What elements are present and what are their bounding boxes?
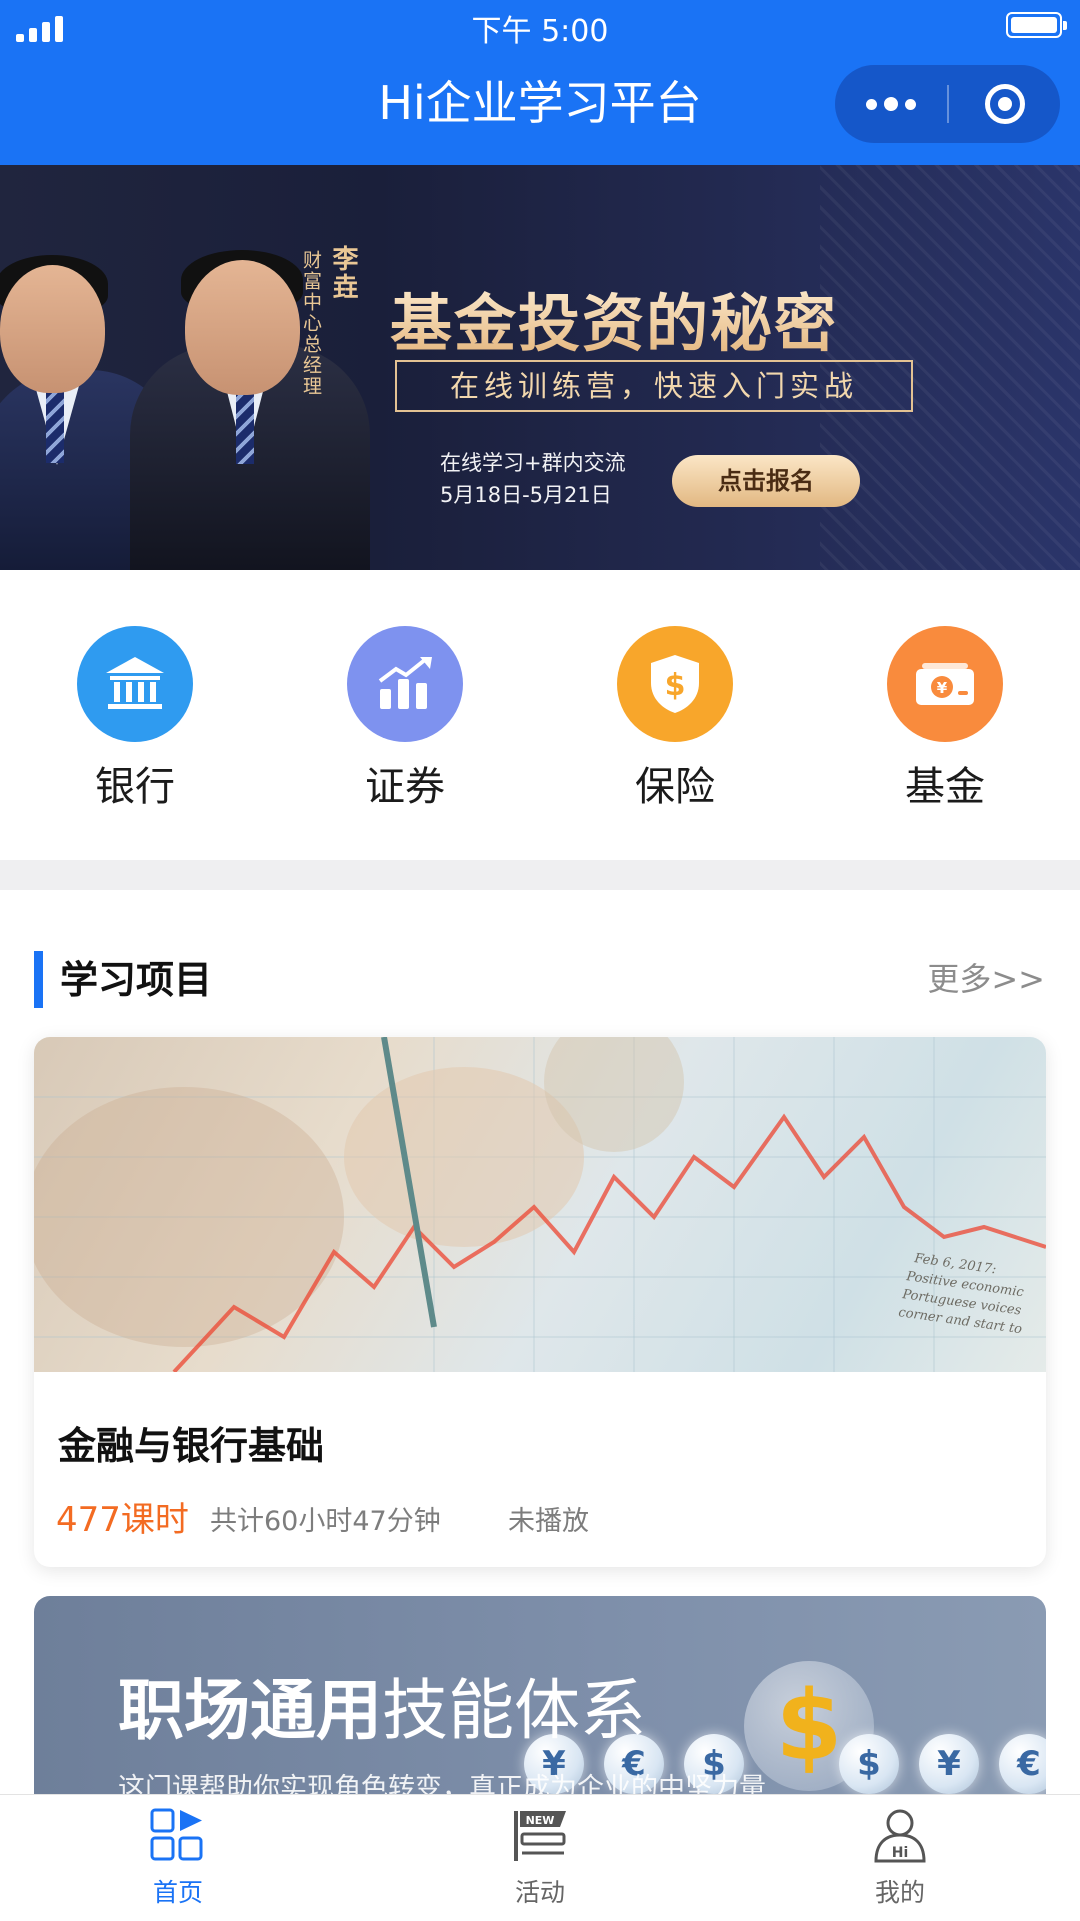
tab-label: 我的 [874,1878,925,1907]
dollar-coin-icon: $ [839,1734,899,1794]
section-accent-bar [34,951,43,1008]
tab-profile[interactable]: Hi 我的 [800,1807,1000,1909]
yen-coin-icon: ¥ [919,1734,979,1794]
category-securities[interactable]: 证券 [320,626,490,810]
course-title: 金融与银行基础 [58,1424,325,1468]
tab-activity[interactable]: NEW 活动 [440,1807,640,1909]
more-link[interactable]: 更多>> [927,957,1045,1002]
course2-description: 这门课帮助你实现角色转变，真正成为企业的中坚力量 [118,1773,766,1796]
category-fund[interactable]: ¥ 基金 [860,626,1030,810]
banner-info-line1: 在线学习+群内交流 [440,451,626,475]
euro-coin-icon: € [999,1734,1046,1794]
tab-label: 活动 [514,1878,565,1907]
category-label: 保险 [635,764,715,810]
app-header: 下午 5:00 Hi企业学习平台 [0,0,1080,165]
register-button[interactable]: 点击报名 [672,455,860,507]
svg-text:$: $ [665,668,686,703]
profile-hi-icon: Hi [874,1809,926,1863]
category-grid: 银行 证券 $ 保险 ¥ 基金 [0,570,1080,860]
banner-info-line2: 5月18日-5月21日 [440,483,612,507]
course-hours: 477课时 [56,1500,189,1540]
battery-icon [1006,12,1067,38]
miniprogram-capsule [835,65,1060,143]
course-card[interactable]: Feb 6, 2017: Positive economic Portugues… [34,1037,1046,1567]
chart-up-icon [347,626,463,742]
lecturer-name: 李垚 [328,245,358,301]
svg-text:¥: ¥ [937,679,948,697]
new-activity-icon: NEW [514,1811,566,1861]
category-bank[interactable]: 银行 [50,626,220,810]
course-play-status: 未播放 [508,1506,589,1537]
banner-title: 基金投资的秘密 [390,273,838,363]
course-card-2[interactable]: $ ¥ € $ $ ¥ € 职场通用技能体系 这门课帮助你实现角色转变，真正成为… [34,1596,1046,1796]
status-time: 下午 5:00 [471,14,609,49]
category-insurance[interactable]: $ 保险 [590,626,760,810]
category-label: 证券 [365,764,445,810]
close-miniprogram-button[interactable] [949,65,1060,143]
course2-title: 职场通用技能体系 [118,1672,646,1749]
banner-info: 在线学习+群内交流 5月18日-5月21日 [440,447,626,511]
more-menu-button[interactable] [835,65,947,143]
home-grid-icon [150,1808,203,1861]
promo-banner[interactable]: 李垚 财富中心总经理 基金投资的秘密 在线训练营，快速入门实战 在线学习+群内交… [0,165,1080,570]
svg-text:Hi: Hi [892,1845,909,1861]
category-label: 基金 [905,764,985,810]
lecturer-title: 财富中心总经理 [300,250,322,397]
bottom-tab-bar: 首页 NEW 活动 Hi 我的 [0,1794,1080,1921]
section-title: 学习项目 [60,958,213,1002]
target-icon [984,84,1025,124]
section-divider [0,860,1080,890]
banner-subtitle: 在线训练营，快速入门实战 [395,360,913,412]
category-label: 银行 [95,764,175,810]
cash-icon: ¥ [887,626,1003,742]
shield-dollar-icon: $ [617,626,733,742]
course-duration: 共计60小时47分钟 [210,1506,441,1537]
svg-text:NEW: NEW [526,1814,555,1827]
tab-home[interactable]: 首页 [78,1807,278,1909]
tab-label: 首页 [152,1878,203,1907]
bank-icon [77,626,193,742]
course-cover-image: Feb 6, 2017: Positive economic Portugues… [34,1037,1046,1372]
